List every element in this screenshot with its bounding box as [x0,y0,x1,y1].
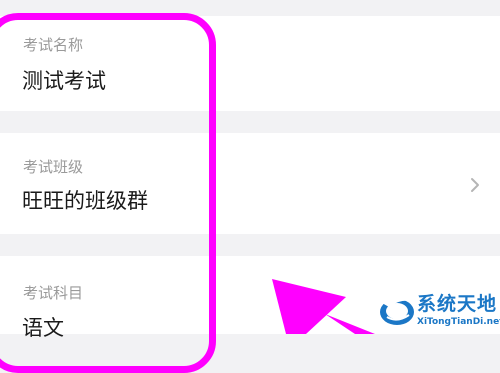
exam-subject-value: 语文 [22,316,64,340]
exam-name-field[interactable]: 考试名称 测试考试 [0,16,500,111]
exam-subject-label: 考试科目 [23,284,84,302]
exam-class-label: 考试班级 [23,158,84,176]
watermark: 系统天地 XiTongTianDi.net [377,290,500,334]
exam-class-field[interactable]: 考试班级 旺旺的班级群 [0,133,500,234]
watermark-title: 系统天地 [417,293,498,315]
chevron-right-icon[interactable] [469,176,481,194]
exam-class-value: 旺旺的班级群 [22,189,148,213]
exam-name-label: 考试名称 [23,36,84,54]
exam-name-value: 测试考试 [22,69,106,93]
site-logo-icon [380,297,414,325]
watermark-url: XiTongTianDi.net [417,317,500,327]
